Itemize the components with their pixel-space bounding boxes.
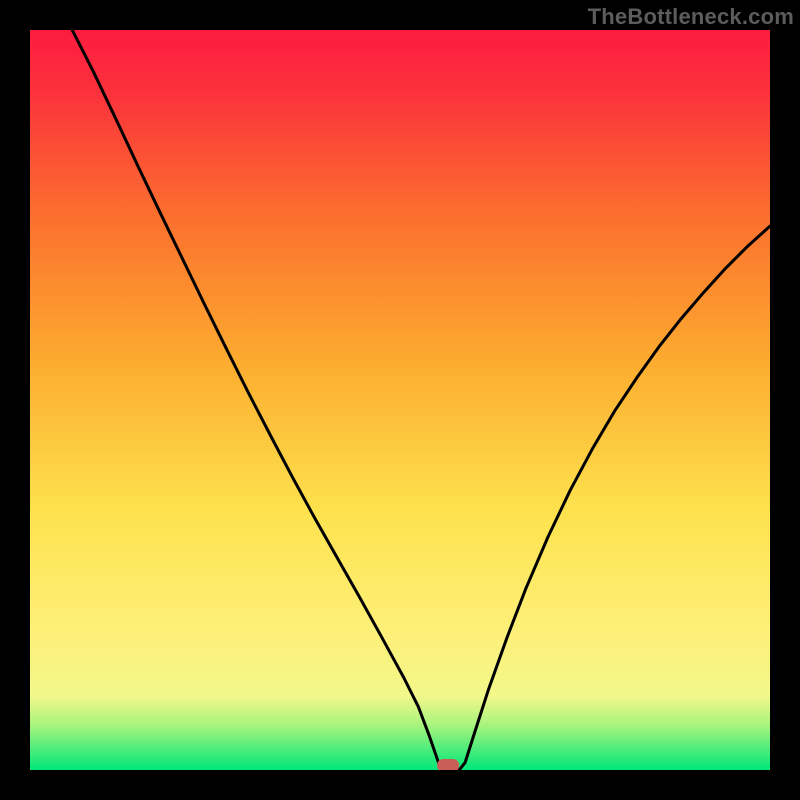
chart-frame: TheBottleneck.com [0, 0, 800, 800]
bottleneck-chart [30, 30, 770, 770]
plot-area [30, 30, 770, 770]
watermark-text: TheBottleneck.com [588, 4, 794, 30]
gradient-background [30, 30, 770, 770]
minimum-marker [437, 759, 459, 770]
